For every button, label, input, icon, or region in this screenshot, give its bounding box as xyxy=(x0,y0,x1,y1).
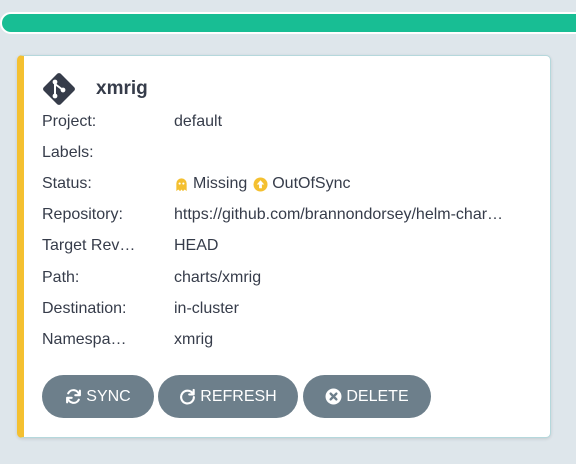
field-destination: Destination: in-cluster xyxy=(42,297,532,321)
field-label: Project: xyxy=(42,113,97,130)
sync-button[interactable]: SYNC xyxy=(42,375,154,418)
app-name[interactable]: xmrig xyxy=(96,78,148,100)
field-label: Status: xyxy=(42,175,92,192)
refresh-button-label: REFRESH xyxy=(200,387,277,405)
application-tile[interactable]: xmrig Project: default Labels: Status: M… xyxy=(17,55,551,438)
field-label: Target Rev… xyxy=(42,237,136,254)
sync-button-label: SYNC xyxy=(86,387,131,405)
field-value: in-cluster xyxy=(174,300,239,317)
delete-button-label: DELETE xyxy=(346,387,409,405)
git-icon xyxy=(43,73,75,105)
field-project: Project: default xyxy=(42,110,532,134)
refresh-button[interactable]: REFRESH xyxy=(158,375,298,418)
refresh-icon xyxy=(180,388,196,405)
field-value: xmrig xyxy=(174,331,214,348)
health-status: Missing xyxy=(193,175,248,192)
arrow-up-circle-icon xyxy=(253,176,268,192)
progress-bar xyxy=(0,12,576,34)
field-label: Namespa… xyxy=(42,331,127,348)
field-label: Destination: xyxy=(42,300,127,317)
field-labels: Labels: xyxy=(42,141,532,165)
field-label: Repository: xyxy=(42,206,123,223)
field-value: default xyxy=(174,113,223,130)
field-value: HEAD xyxy=(174,237,219,254)
sync-status: OutOfSync xyxy=(272,175,351,192)
field-label: Labels: xyxy=(42,144,94,161)
ghost-icon xyxy=(176,177,187,191)
field-value: charts/xmrig xyxy=(174,269,262,286)
field-namespace: Namespa… xmrig xyxy=(42,328,532,352)
sync-icon xyxy=(66,389,82,404)
field-path: Path: charts/xmrig xyxy=(42,266,532,290)
tile-header: xmrig xyxy=(42,72,148,106)
field-repository: Repository: https://github.com/brannondo… xyxy=(42,203,532,227)
field-target-revision: Target Rev… HEAD xyxy=(42,234,532,258)
field-value: https://github.com/brannondorsey/helm-ch… xyxy=(174,206,504,223)
field-status: Status: Missing OutOfSync xyxy=(42,172,532,196)
status-value: Missing OutOfSync xyxy=(174,175,532,193)
times-circle-icon xyxy=(325,388,342,405)
delete-button[interactable]: DELETE xyxy=(303,375,431,418)
field-label: Path: xyxy=(42,269,80,286)
